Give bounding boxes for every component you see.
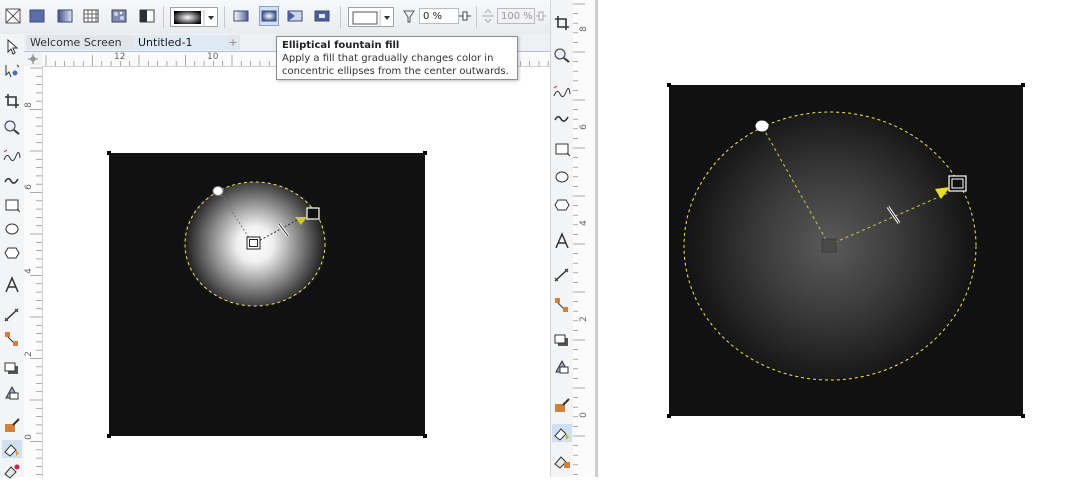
elliptical-fountain-fill-icon[interactable] <box>259 6 279 26</box>
freehand-tool-icon[interactable] <box>2 148 22 166</box>
ellipse-tool-icon[interactable] <box>552 168 572 186</box>
ruler-label: 4 <box>578 220 589 226</box>
new-tab-button[interactable]: + <box>226 35 240 50</box>
ruler-label: 0 <box>578 412 589 418</box>
bitmap-pattern-fill-icon[interactable] <box>110 7 128 25</box>
ruler-label: 8 <box>23 102 34 108</box>
ruler-label: 10 <box>207 52 219 62</box>
rectangular-fountain-fill-icon[interactable] <box>313 7 331 25</box>
property-bar: 0 % 100 % <box>0 0 598 35</box>
tab-welcome-screen[interactable]: Welcome Screen <box>26 35 138 50</box>
ruler-label: 12 <box>114 52 126 62</box>
fill-end-node[interactable] <box>948 175 967 192</box>
zoomed-canvas <box>600 0 1090 477</box>
drop-shadow-tool-icon[interactable] <box>2 360 22 378</box>
tooltip-title: Elliptical fountain fill <box>282 40 400 51</box>
eyedropper-tool-icon[interactable] <box>552 396 572 414</box>
two-color-pattern-fill-icon[interactable] <box>138 7 156 25</box>
interactive-fill-tool-icon[interactable] <box>2 440 22 458</box>
smart-drawing-tool-icon[interactable] <box>2 172 22 190</box>
no-fill-icon[interactable] <box>4 7 22 25</box>
toolbox <box>0 34 25 480</box>
shape-tool-icon[interactable] <box>2 62 22 80</box>
ruler-origin[interactable] <box>24 52 43 67</box>
polygon-tool-icon[interactable] <box>2 244 22 262</box>
freehand-tool-icon[interactable] <box>552 84 572 102</box>
filled-square-shape[interactable] <box>669 85 1023 416</box>
ruler-label: 6 <box>23 184 34 190</box>
tab-untitled-1[interactable]: Untitled-1 <box>134 35 230 50</box>
acceleration-icon <box>479 7 497 25</box>
vertical-ruler-right[interactable]: 8 6 4 2 0 <box>573 0 596 477</box>
conical-fountain-fill-icon[interactable] <box>286 7 304 25</box>
ruler-label: 4 <box>23 268 34 274</box>
tooltip-description: concentric ellipses from the center outw… <box>282 66 509 77</box>
tooltip: Elliptical fountain fill Apply a fill th… <box>276 36 518 80</box>
acceleration-slider-icon[interactable] <box>534 7 548 25</box>
outline-style-dropdown[interactable] <box>348 7 394 27</box>
rectangle-tool-icon[interactable] <box>2 196 22 214</box>
fill-center-node[interactable] <box>821 238 837 253</box>
ruler-label: 2 <box>23 351 34 357</box>
smart-fill-tool-icon[interactable] <box>2 462 22 480</box>
vertical-ruler[interactable]: 8 6 4 2 0 <box>24 66 43 477</box>
crop-tool-icon[interactable] <box>552 14 572 32</box>
drop-shadow-tool-icon[interactable] <box>552 332 572 350</box>
tooltip-description: Apply a fill that gradually changes colo… <box>282 53 494 64</box>
fill-angle-handle[interactable] <box>212 186 224 196</box>
transparency-tool-icon[interactable] <box>552 358 572 376</box>
fountain-fill-icon[interactable] <box>56 7 74 25</box>
fill-center-node[interactable] <box>246 236 261 250</box>
ellipse-tool-icon[interactable] <box>2 220 22 238</box>
rectangle-tool-icon[interactable] <box>552 140 572 158</box>
ruler-label: 2 <box>578 316 589 322</box>
dimension-tool-icon[interactable] <box>552 266 572 284</box>
vector-pattern-fill-icon[interactable] <box>82 7 100 25</box>
zoom-tool-icon[interactable] <box>2 118 22 136</box>
fill-color-dropdown[interactable] <box>170 7 218 27</box>
drawing-canvas[interactable] <box>43 67 550 477</box>
dimension-tool-icon[interactable] <box>2 306 22 324</box>
text-tool-icon[interactable] <box>552 232 572 250</box>
connector-tool-icon[interactable] <box>2 330 22 348</box>
linear-fountain-fill-icon[interactable] <box>232 7 250 25</box>
acceleration-input[interactable]: 100 % <box>497 8 535 24</box>
pick-tool-icon[interactable] <box>2 38 22 56</box>
fill-angle-handle[interactable] <box>755 120 769 132</box>
crop-tool-icon[interactable] <box>2 92 22 110</box>
eyedropper-tool-icon[interactable] <box>2 416 22 434</box>
smart-drawing-tool-icon[interactable] <box>552 110 572 128</box>
uniform-fill-icon[interactable] <box>28 7 46 25</box>
app-window-left: 0 % 100 % Welcome Screen Untitled-1 + 12… <box>0 0 598 480</box>
transparency-tool-icon[interactable] <box>2 384 22 402</box>
polygon-tool-icon[interactable] <box>552 196 572 214</box>
smart-fill-tool-icon[interactable] <box>552 452 572 470</box>
interactive-fill-tool-icon[interactable] <box>552 424 572 442</box>
zoom-tool-icon[interactable] <box>552 46 572 64</box>
transparency-input[interactable]: 0 % <box>419 8 459 24</box>
fill-end-node[interactable] <box>306 207 320 220</box>
filled-square-shape[interactable] <box>109 153 425 436</box>
ruler-label: 0 <box>23 434 34 440</box>
text-tool-icon[interactable] <box>2 276 22 294</box>
transparency-slider-icon[interactable] <box>456 7 474 25</box>
panel-divider <box>596 0 598 477</box>
tool-docker <box>550 0 573 477</box>
connector-tool-icon[interactable] <box>552 296 572 314</box>
transparency-icon <box>400 7 418 25</box>
ruler-label: 6 <box>578 124 589 130</box>
ruler-label: 8 <box>578 26 589 32</box>
